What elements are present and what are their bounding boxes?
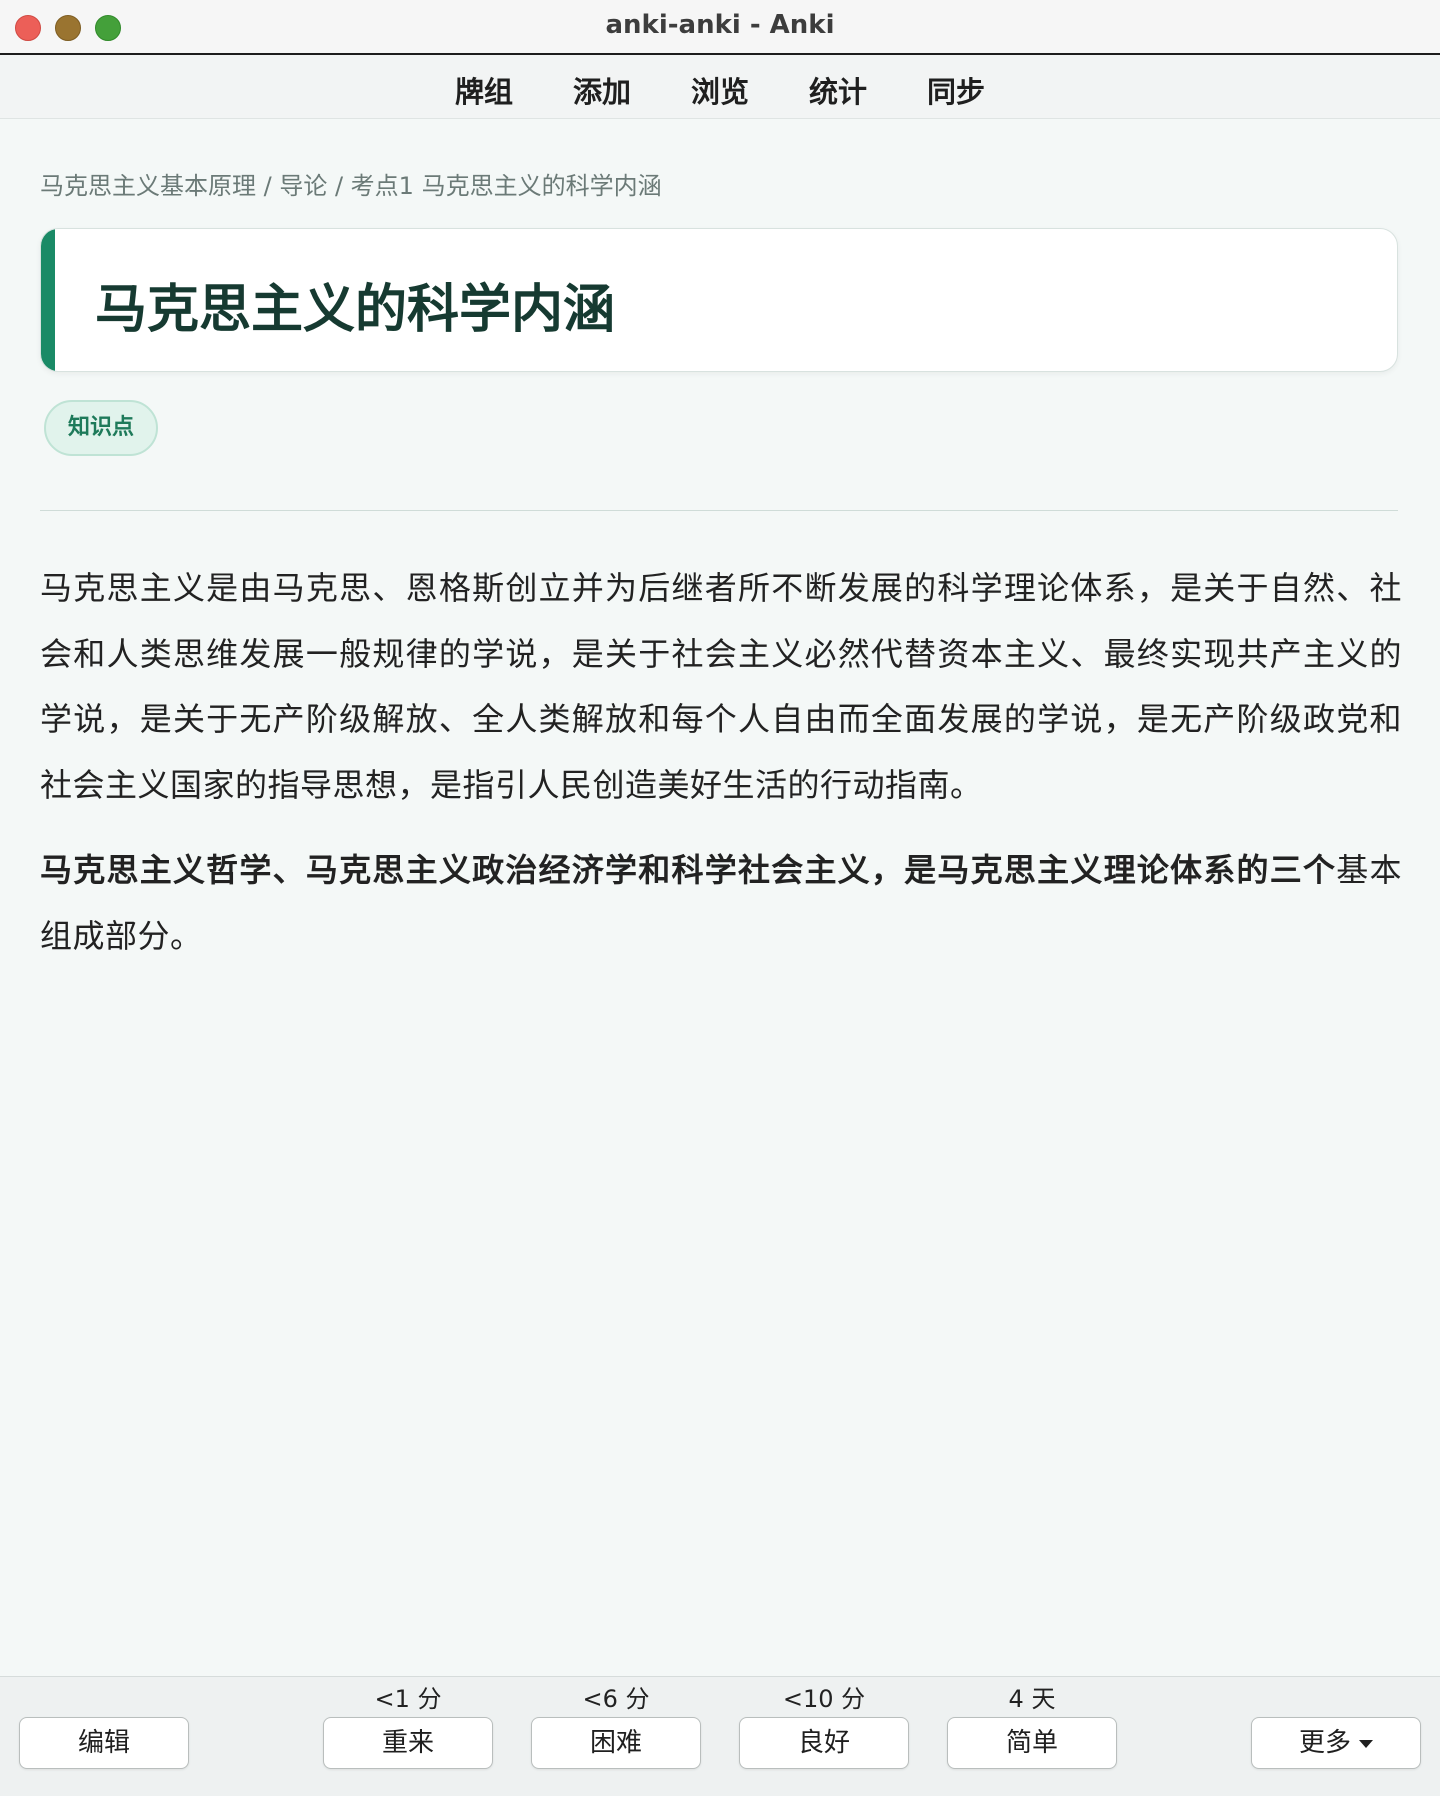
chevron-down-icon xyxy=(1359,1739,1373,1748)
card-paragraph-1: 马克思主义是由马克思、恩格斯创立并为后继者所不断发展的科学理论体系，是关于自然、… xyxy=(40,569,1402,804)
tag-badge: 知识点 xyxy=(44,400,158,456)
hard-button[interactable]: 困难 xyxy=(531,1717,701,1769)
main-toolbar: 牌组 添加 浏览 统计 同步 xyxy=(0,55,1440,119)
good-interval: <10 分 xyxy=(782,1685,866,1713)
window-title: anki-anki - Anki xyxy=(605,10,835,40)
easy-interval: 4 天 xyxy=(1008,1685,1056,1713)
more-button[interactable]: 更多 xyxy=(1251,1717,1421,1769)
breadcrumb: 马克思主义基本原理 / 导论 / 考点1 马克思主义的科学内涵 xyxy=(40,172,662,200)
hard-interval: <6 分 xyxy=(582,1685,650,1713)
toolbar-browse[interactable]: 浏览 xyxy=(690,69,750,111)
again-interval: <1 分 xyxy=(374,1685,442,1713)
toolbar-decks[interactable]: 牌组 xyxy=(454,69,514,111)
good-button[interactable]: 良好 xyxy=(739,1717,909,1769)
card-paragraph-2: 马克思主义哲学、马克思主义政治经济学和科学社会主义，是马克思主义理论体系的三个基… xyxy=(40,838,1402,969)
card-title: 马克思主义的科学内涵 xyxy=(95,280,616,340)
toolbar-sync[interactable]: 同步 xyxy=(926,69,986,111)
divider xyxy=(40,510,1398,511)
review-bottombar xyxy=(0,1676,1440,1796)
title-accent-bar xyxy=(41,229,55,371)
card-paragraph-2-bold: 马克思主义哲学、马克思主义政治经济学和科学社会主义，是马克思主义理论体系的三个 xyxy=(40,851,1337,889)
card-title-box: 马克思主义的科学内涵 xyxy=(40,228,1398,372)
window-titlebar: anki-anki - Anki xyxy=(0,0,1440,55)
edit-button[interactable]: 编辑 xyxy=(19,1717,189,1769)
again-button[interactable]: 重来 xyxy=(323,1717,493,1769)
more-button-label: 更多 xyxy=(1298,1728,1351,1758)
easy-button[interactable]: 简单 xyxy=(947,1717,1117,1769)
toolbar-stats[interactable]: 统计 xyxy=(808,69,868,111)
toolbar-add[interactable]: 添加 xyxy=(572,69,632,111)
